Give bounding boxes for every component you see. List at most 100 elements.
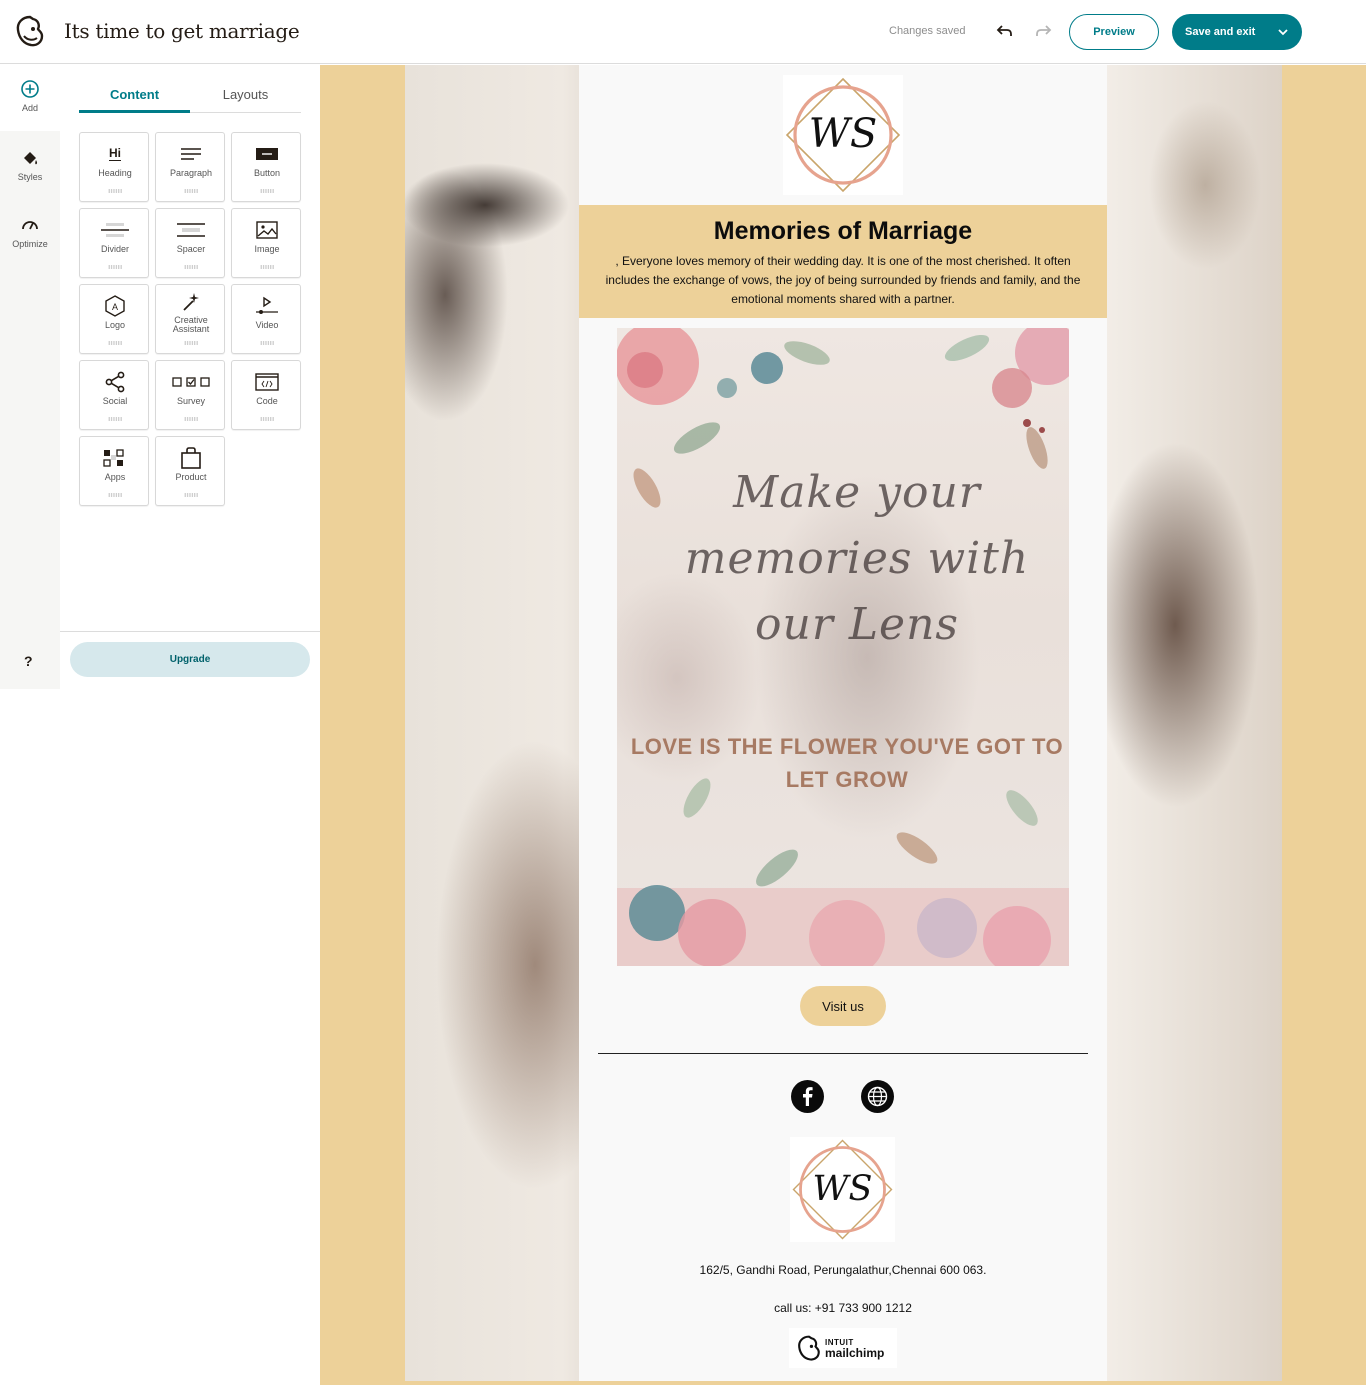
paragraph-icon [181,148,201,160]
drag-handle-icon[interactable] [184,189,198,193]
globe-icon [867,1086,888,1107]
block-label: Apps [104,472,126,482]
drag-handle-icon[interactable] [260,265,274,269]
block-creative-assistant[interactable]: Creative Assistant [155,284,225,354]
plus-circle-icon [21,80,39,98]
tab-layouts[interactable]: Layouts [190,87,301,102]
drag-handle-icon[interactable] [184,493,198,497]
poster-tagline: LOVE IS THE FLOWER YOU'VE GOT TO LET GRO… [630,734,1064,792]
block-spacer[interactable]: Spacer [155,208,225,278]
drag-handle-icon[interactable] [108,341,122,345]
drag-handle-icon[interactable] [108,265,122,269]
paint-bucket-icon [24,152,38,165]
monogram-logo-image: WS [785,77,901,193]
drag-handle-icon[interactable] [260,417,274,421]
rail-optimize-button[interactable]: Optimize [0,215,60,249]
bag-icon [181,447,201,469]
block-label: Image [254,244,280,254]
upgrade-button[interactable]: Upgrade [70,642,310,677]
block-label: Paragraph [169,168,213,178]
hero-band[interactable]: Memories of Marriage , Everyone loves me… [579,205,1107,318]
divider-icon [101,223,129,237]
email-canvas: WS Memories of Marriage , Everyone loves… [320,65,1366,1385]
campaign-title[interactable]: Its time to get marriage [64,19,300,43]
rail-add-button[interactable]: Add [0,79,60,113]
undo-icon [996,25,1012,36]
facebook-link[interactable] [791,1080,824,1113]
undo-button[interactable] [994,20,1016,42]
logo-icon: A [105,295,125,317]
block-heading[interactable]: Hi Heading [79,132,149,202]
active-tab-indicator [79,110,190,113]
monogram-logo-bottom[interactable]: WS [790,1137,895,1242]
block-logo[interactable]: A Logo [79,284,149,354]
svg-text:WS: WS [809,111,878,157]
button-icon [256,148,278,160]
apps-icon [103,449,124,467]
gauge-icon [22,221,38,230]
email-divider[interactable] [598,1053,1088,1054]
survey-icon [172,377,210,387]
drag-handle-icon[interactable] [260,341,274,345]
rail-styles-label: Styles [17,172,43,182]
email-body: WS Memories of Marriage , Everyone loves… [579,65,1107,1381]
redo-icon [1036,25,1052,36]
drag-handle-icon[interactable] [108,189,122,193]
block-label: Survey [176,396,205,406]
drag-handle-icon[interactable] [260,189,274,193]
block-divider[interactable]: Divider [79,208,149,278]
preview-button[interactable]: Preview [1069,14,1159,50]
drag-handle-icon[interactable] [108,417,122,421]
magic-wand-icon [183,293,199,311]
top-bar: Its time to get marriage Changes saved P… [0,0,1366,64]
block-code[interactable]: Code [231,360,301,430]
block-label: Video [255,320,279,330]
block-image[interactable]: Image [231,208,301,278]
save-and-exit-button[interactable]: Save and exit [1172,14,1302,50]
block-label: Social [102,396,128,406]
poster-script-text: Make your memories with our Lens [684,467,1030,650]
drag-handle-icon[interactable] [184,265,198,269]
content-panel: Content Layouts Hi Heading Paragraph But… [60,65,320,1385]
tab-content[interactable]: Content [79,87,190,102]
rail-add-label: Add [21,103,38,113]
drag-handle-icon[interactable] [108,493,122,497]
block-social[interactable]: Social [79,360,149,430]
block-label: Spacer [176,244,206,254]
mailchimp-logo-icon[interactable] [14,14,46,48]
monogram-logo-image: WS [792,1139,893,1240]
chevron-down-icon[interactable] [1276,25,1290,39]
block-label: Divider [100,244,129,254]
block-apps[interactable]: Apps [79,436,149,506]
rail-optimize-label: Optimize [12,239,48,249]
hero-title: Memories of Marriage [713,217,973,245]
block-label: Product [175,472,207,482]
monogram-logo-top[interactable]: WS [783,75,903,195]
visit-us-button[interactable]: Visit us [800,986,886,1026]
drag-handle-icon[interactable] [184,341,198,345]
svg-text:WS: WS [813,1169,873,1209]
block-label: Logo [104,320,126,330]
block-video[interactable]: Video [231,284,301,354]
redo-button[interactable] [1032,20,1054,42]
heading-icon: Hi [109,146,121,161]
image-icon [256,221,278,239]
block-button[interactable]: Button [231,132,301,202]
block-paragraph[interactable]: Paragraph [155,132,225,202]
panel-tabs: Content Layouts [79,81,301,113]
share-icon [105,371,125,393]
block-survey[interactable]: Survey [155,360,225,430]
poster-image[interactable]: Make your memories with our Lens LOVE IS… [617,328,1069,966]
help-button[interactable]: ? [24,653,33,669]
website-link[interactable] [861,1080,894,1113]
footer-address[interactable]: 162/5, Gandhi Road, Perungalathur,Chenna… [579,1263,1107,1277]
mailchimp-badge[interactable]: INTUIT mailchimp [789,1328,897,1368]
mailchimp-logo-icon [798,1335,820,1361]
footer-phone[interactable]: call us: +91 733 900 1212 [579,1301,1107,1315]
drag-handle-icon[interactable] [184,417,198,421]
block-label: Heading [98,168,132,178]
save-status: Changes saved [889,25,966,37]
block-product[interactable]: Product [155,436,225,506]
rail-styles-button[interactable]: Styles [0,148,60,182]
code-icon [255,373,279,391]
